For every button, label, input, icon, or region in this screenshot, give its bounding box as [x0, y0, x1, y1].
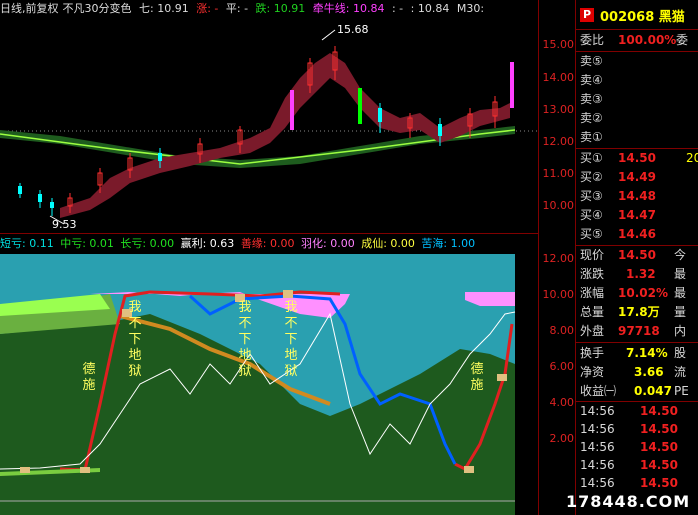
chang-kui: 长亏: 0.00	[120, 237, 175, 250]
stat2-row: 净资 3.66 流	[580, 365, 687, 379]
quote-panel: P 002068 黑猫 委比 100.00% 委 卖⑤ 卖④ 卖③ 卖② 卖① …	[575, 0, 698, 515]
ku-hai: 苦海: 1.00	[421, 237, 476, 250]
sell-row[interactable]: 卖②	[576, 109, 698, 128]
buy-row[interactable]: 买⑤ 14.46	[576, 225, 698, 244]
ind-tick: 2.00	[549, 432, 575, 445]
ind-tick: 4.00	[549, 396, 575, 409]
dexshi-right-label: 德施	[470, 362, 484, 393]
ind-tick: 6.00	[549, 360, 575, 373]
site-watermark: 178448.COM	[566, 492, 691, 511]
price-header: 日线,前复权 不凡30分变色 七: 10.91 涨: - 平: - 跌: 10.9…	[0, 0, 538, 18]
niuxian-label: 牵牛线: 10.84	[312, 2, 385, 15]
tick-row: 14:56 14.50	[580, 476, 678, 490]
tick-row: 14:56 14.50	[580, 422, 678, 436]
high-price-label: 15.68	[337, 23, 369, 36]
buy-row[interactable]: 买③ 14.48	[576, 187, 698, 206]
chart-area[interactable]: 日线,前复权 不凡30分变色 七: 10.91 涨: - 平: - 跌: 10.9…	[0, 0, 538, 515]
duan-kui: 短亏: 0.11	[0, 237, 54, 250]
weibi-extra: 委	[676, 33, 689, 47]
dexshi-left-label: 德施	[82, 362, 96, 393]
sell-row[interactable]: 卖④	[576, 71, 698, 90]
buy-row[interactable]: 买② 14.49	[576, 168, 698, 187]
sell-row[interactable]: 卖⑤	[576, 52, 698, 71]
die-value: 跌: 10.91	[255, 2, 306, 15]
indicator-chart[interactable]	[0, 254, 538, 515]
tick-row: 14:56 14.50	[580, 458, 678, 472]
marker-icon	[283, 290, 293, 298]
ping-value: 平: -	[225, 2, 249, 15]
stat-row: 外盘 97718 内	[580, 324, 687, 338]
last-limit-up-candle	[510, 62, 514, 108]
pane-divider[interactable]	[0, 233, 538, 234]
ind-tick: 10.00	[542, 288, 575, 301]
limit-up-candle	[290, 90, 294, 130]
price-axis: 15.00 14.00 13.00 12.00 11.00 10.00	[538, 0, 576, 232]
price-tick: 15.00	[542, 38, 575, 51]
sell-row[interactable]: 卖①	[576, 128, 698, 147]
big-green-candle	[358, 88, 362, 124]
weibi-value: 100.00%	[618, 33, 677, 47]
zhong-kui: 中亏: 0.01	[60, 237, 114, 250]
marker-icon	[20, 467, 30, 473]
weibi-label: 委比	[580, 33, 605, 47]
marker-icon	[497, 374, 507, 381]
weibi-row: 委比 100.00% 委	[576, 31, 698, 50]
marker-icon	[80, 467, 90, 473]
stat-row: 涨跌 1.32 最	[580, 267, 687, 281]
zhang-value: 涨: -	[196, 2, 219, 15]
ma30-label: M30:	[456, 2, 485, 15]
niuxian-sep: : -	[391, 2, 404, 15]
price-tick: 13.00	[542, 103, 575, 116]
price-tick: 12.00	[542, 135, 575, 148]
price-tick: 14.00	[542, 71, 575, 84]
price-tick: 10.00	[542, 199, 575, 212]
price-chart[interactable]: 15.68 9.53	[0, 18, 538, 232]
shan-yuan: 善缘: 0.00	[240, 237, 295, 250]
period-label[interactable]: 日线,前复权	[0, 2, 59, 15]
wo-label-2: 我不下地狱	[238, 300, 252, 379]
price-tick: 11.00	[542, 167, 575, 180]
tick-row: 14:56 14.50	[580, 440, 678, 454]
stat-row: 总量 17.8万量	[580, 305, 687, 319]
sell-row[interactable]: 卖③	[576, 90, 698, 109]
qi-value: 七: 10.91	[139, 2, 189, 15]
stock-code-name: 002068 黑猫	[600, 10, 685, 25]
low-price-label: 9.53	[52, 218, 77, 231]
buy-row[interactable]: 买④ 14.47	[576, 206, 698, 225]
wo-label-1: 我不下地狱	[128, 300, 142, 379]
niuxian-val2: : 10.84	[410, 2, 450, 15]
stat2-row: 换手 7.14% 股	[580, 346, 687, 360]
wo-label-3: 我不下地狱	[284, 300, 298, 379]
ying-li: 赢利: 0.63	[180, 237, 235, 250]
indicator-name: 不凡30分变色	[62, 2, 132, 15]
marker-icon	[464, 466, 474, 473]
indicator-header: 短亏: 0.11 中亏: 0.01 长亏: 0.00 赢利: 0.63 善缘: …	[0, 236, 538, 252]
ind-tick: 12.00	[542, 252, 575, 265]
stat-row: 现价 14.50 今	[580, 248, 687, 262]
p-badge[interactable]: P	[580, 8, 594, 22]
stat-row: 涨幅 10.02% 最	[580, 286, 687, 300]
stat2-row: 收益㈠ 0.047 PE	[580, 384, 689, 398]
ind-tick: 8.00	[549, 324, 575, 337]
yu-hua: 羽化: 0.00	[301, 237, 355, 250]
buy-row[interactable]: 买① 14.50 20	[576, 149, 698, 168]
cheng-xian: 成仙: 0.00	[361, 237, 415, 250]
indicator-axis: 12.00 10.00 8.00 6.00 4.00 2.00	[538, 232, 576, 515]
tick-row: 14:56 14.50	[580, 404, 678, 418]
